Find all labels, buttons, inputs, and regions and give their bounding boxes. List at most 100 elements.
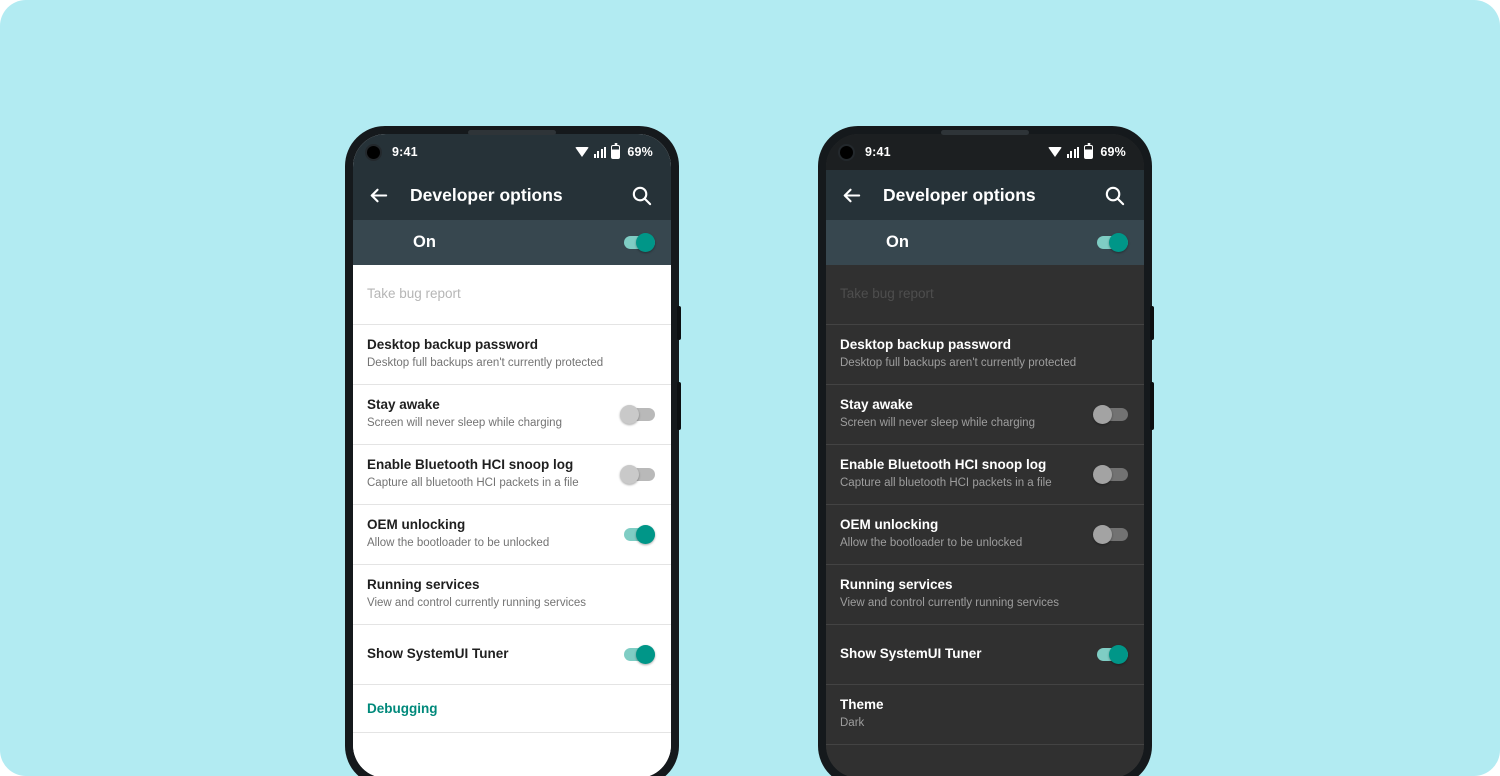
battery-icon xyxy=(611,145,621,159)
row-title: OEM unlocking xyxy=(840,517,939,533)
phone-screen: 9:41 69% Developer options On Take bug repor… xyxy=(826,134,1144,776)
switch-thumb xyxy=(636,645,655,664)
row-subtitle: Dark xyxy=(840,717,865,730)
row-texts: Take bug report xyxy=(840,286,1128,303)
settings-row[interactable]: Running services View and control current… xyxy=(353,565,671,625)
toggle-oem-unlocking[interactable] xyxy=(620,525,655,544)
developer-options-master-switch-row[interactable]: On xyxy=(826,220,1144,265)
switch-thumb xyxy=(620,465,639,484)
status-time: 9:41 xyxy=(865,145,891,159)
master-switch-toggle[interactable] xyxy=(1093,233,1128,252)
signal-icon xyxy=(1066,146,1080,158)
toggle-stay-awake[interactable] xyxy=(1093,405,1128,424)
row-title: Take bug report xyxy=(840,286,934,302)
row-texts: Take bug report xyxy=(367,286,655,303)
power-button[interactable] xyxy=(1150,382,1154,430)
switch-thumb xyxy=(1093,465,1112,484)
settings-row[interactable]: Theme Dark xyxy=(826,685,1144,745)
switch-thumb xyxy=(1093,525,1112,544)
status-bar: 9:41 69% xyxy=(826,134,1144,170)
developer-options-master-switch-row[interactable]: On xyxy=(353,220,671,265)
toggle-enable-bluetooth-hci-snoop-log[interactable] xyxy=(1093,465,1128,484)
toggle-enable-bluetooth-hci-snoop-log[interactable] xyxy=(620,465,655,484)
switch-thumb xyxy=(620,405,639,424)
phone-mockup-dark: 9:41 69% Developer options On Take bug repor… xyxy=(818,126,1154,776)
settings-row[interactable]: Desktop backup password Desktop full back… xyxy=(353,325,671,385)
row-subtitle: Capture all bluetooth HCI packets in a f… xyxy=(367,477,579,490)
switch-thumb xyxy=(1109,645,1128,664)
row-texts: OEM unlocking Allow the bootloader to be … xyxy=(840,517,1079,551)
row-texts: Stay awake Screen will never sleep while … xyxy=(840,397,1079,431)
earpiece-speaker xyxy=(468,130,556,135)
page-canvas: 9:41 69% Developer options On Take bug repor… xyxy=(0,0,1500,776)
row-title: Desktop backup password xyxy=(840,337,1012,353)
settings-row[interactable]: Enable Bluetooth HCI snoop log Capture al… xyxy=(353,445,671,505)
app-bar: Developer options xyxy=(353,170,671,220)
app-bar: Developer options xyxy=(826,170,1144,220)
switch-thumb xyxy=(636,233,655,252)
row-texts: Desktop backup password Desktop full back… xyxy=(840,337,1128,371)
settings-row[interactable]: Show SystemUI Tuner xyxy=(353,625,671,685)
settings-row: Take bug report xyxy=(353,265,671,325)
settings-row[interactable]: Stay awake Screen will never sleep while … xyxy=(826,385,1144,445)
toggle-show-systemui-tuner[interactable] xyxy=(620,645,655,664)
row-texts: Enable Bluetooth HCI snoop log Capture al… xyxy=(367,457,606,491)
row-subtitle: Allow the bootloader to be unlocked xyxy=(367,537,550,550)
settings-row[interactable]: Running services View and control current… xyxy=(826,565,1144,625)
earpiece-speaker xyxy=(941,130,1029,135)
row-texts: Show SystemUI Tuner xyxy=(840,646,1079,663)
row-texts: Desktop backup password Desktop full back… xyxy=(367,337,655,371)
section-header-label: Debugging xyxy=(367,701,438,716)
settings-row[interactable]: OEM unlocking Allow the bootloader to be … xyxy=(826,505,1144,565)
row-texts: OEM unlocking Allow the bootloader to be … xyxy=(367,517,606,551)
row-title: Theme xyxy=(840,697,884,713)
wifi-icon xyxy=(574,147,589,157)
row-title: Show SystemUI Tuner xyxy=(840,646,982,662)
back-arrow-icon[interactable] xyxy=(840,184,863,207)
row-title: Take bug report xyxy=(367,286,461,302)
status-time: 9:41 xyxy=(392,145,418,159)
settings-row[interactable]: OEM unlocking Allow the bootloader to be … xyxy=(353,505,671,565)
row-subtitle: View and control currently running servi… xyxy=(840,597,1060,610)
settings-row: Take bug report xyxy=(826,265,1144,325)
row-subtitle: Screen will never sleep while charging xyxy=(840,417,1035,430)
search-icon[interactable] xyxy=(1103,184,1126,207)
switch-thumb xyxy=(1093,405,1112,424)
settings-row[interactable]: Desktop backup password Desktop full back… xyxy=(826,325,1144,385)
power-button[interactable] xyxy=(677,382,681,430)
battery-percent: 69% xyxy=(1100,145,1126,159)
signal-icon xyxy=(593,146,607,158)
settings-row[interactable]: Debugging xyxy=(353,685,671,733)
toggle-show-systemui-tuner[interactable] xyxy=(1093,645,1128,664)
row-texts: Running services View and control current… xyxy=(367,577,655,611)
row-subtitle: Screen will never sleep while charging xyxy=(367,417,562,430)
settings-list: Take bug report Desktop backup password De… xyxy=(826,265,1144,776)
row-subtitle: View and control currently running servi… xyxy=(367,597,587,610)
row-subtitle: Desktop full backups aren't currently pr… xyxy=(840,357,1077,370)
phone-screen: 9:41 69% Developer options On Take bug repor… xyxy=(353,134,671,776)
battery-icon xyxy=(1084,145,1094,159)
settings-row[interactable]: Enable Bluetooth HCI snoop log Capture al… xyxy=(826,445,1144,505)
back-arrow-icon[interactable] xyxy=(367,184,390,207)
status-icons: 69% xyxy=(574,145,653,159)
wifi-icon xyxy=(1047,147,1062,157)
battery-percent: 69% xyxy=(627,145,653,159)
settings-row[interactable]: Show SystemUI Tuner xyxy=(826,625,1144,685)
toggle-stay-awake[interactable] xyxy=(620,405,655,424)
settings-row[interactable]: Stay awake Screen will never sleep while … xyxy=(353,385,671,445)
search-icon[interactable] xyxy=(630,184,653,207)
master-switch-label: On xyxy=(886,233,909,251)
settings-list: Take bug report Desktop backup password De… xyxy=(353,265,671,776)
status-bar: 9:41 69% xyxy=(353,134,671,170)
toggle-oem-unlocking[interactable] xyxy=(1093,525,1128,544)
row-title: OEM unlocking xyxy=(367,517,466,533)
page-title: Developer options xyxy=(410,184,563,205)
row-texts: Running services View and control current… xyxy=(840,577,1128,611)
phone-mockup-light: 9:41 69% Developer options On Take bug repor… xyxy=(345,126,681,776)
row-title: Running services xyxy=(367,577,480,593)
row-subtitle: Allow the bootloader to be unlocked xyxy=(840,537,1023,550)
switch-thumb xyxy=(636,525,655,544)
volume-button[interactable] xyxy=(677,306,681,340)
volume-button[interactable] xyxy=(1150,306,1154,340)
master-switch-toggle[interactable] xyxy=(620,233,655,252)
